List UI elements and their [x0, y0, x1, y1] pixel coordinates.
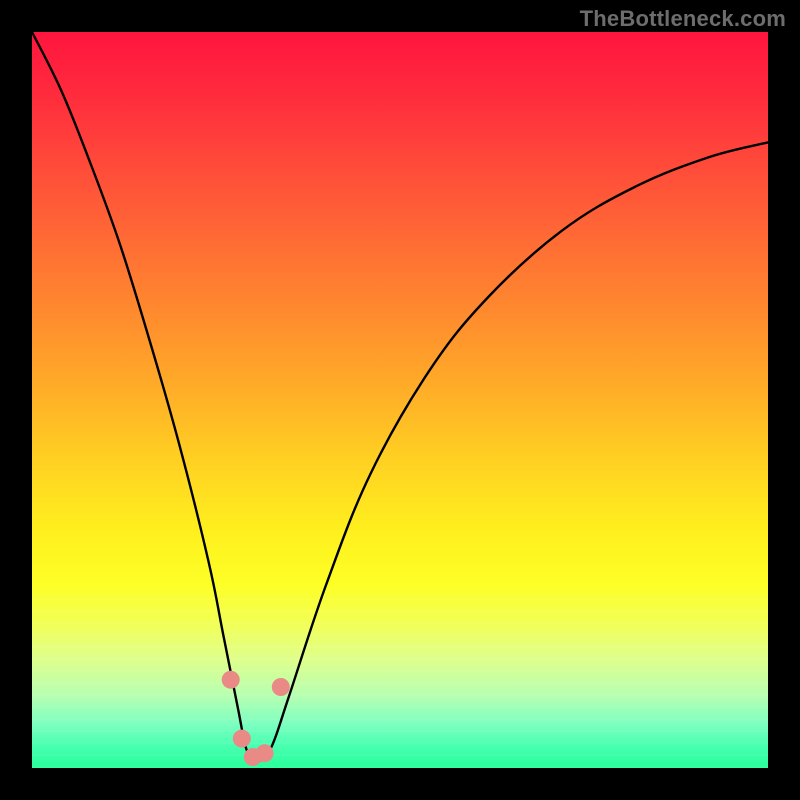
chart-frame: TheBottleneck.com	[0, 0, 800, 800]
bottleneck-curve	[32, 32, 768, 762]
marker-group	[222, 671, 290, 766]
dot-left	[222, 671, 240, 689]
dot-mid3	[256, 744, 274, 762]
watermark-text: TheBottleneck.com	[580, 6, 786, 32]
plot-area	[32, 32, 768, 768]
dot-mid1	[233, 730, 251, 748]
dot-right	[272, 678, 290, 696]
curve-layer	[32, 32, 768, 768]
